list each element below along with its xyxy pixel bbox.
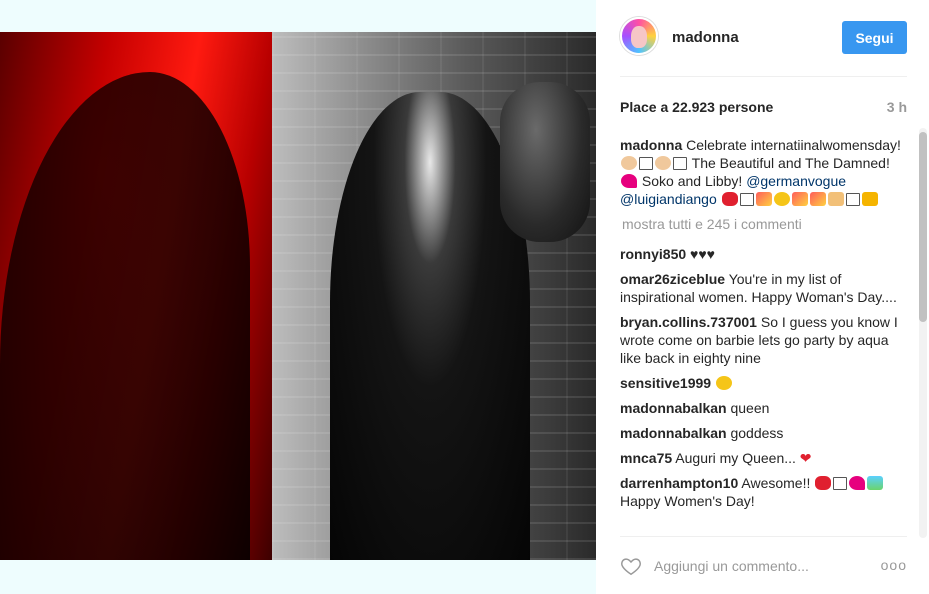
comment-username[interactable]: sensitive1999 (620, 375, 711, 391)
list-item: darrenhampton10 Awesome!! Happy Women's … (620, 474, 910, 510)
red-heart-emoji-icon: ❤ (799, 450, 812, 466)
follow-button[interactable]: Segui (842, 21, 907, 54)
comment-username[interactable]: madonnabalkan (620, 425, 727, 441)
mention-link[interactable]: @germanvogue (746, 173, 846, 189)
comment-username[interactable]: ronnyi850 (620, 246, 686, 262)
unknown-glyph-icon (845, 193, 860, 206)
fist-emoji-icon (655, 156, 671, 170)
list-item: bryan.collins.737001 So I guess you know… (620, 313, 910, 367)
heart-emoji-icon (621, 174, 637, 188)
heart-emoji-icon (849, 476, 866, 490)
dancer-emoji-icon (721, 192, 738, 206)
globe-emoji-icon (867, 476, 884, 490)
comment-username[interactable]: darrenhampton10 (620, 475, 738, 491)
list-item: mnca75 Auguri my Queen... ❤ (620, 449, 910, 467)
comment-text: Happy Women's Day! (620, 493, 755, 509)
photo-boxing-bag (500, 82, 590, 242)
caption-username[interactable]: madonna (620, 137, 682, 153)
header-username[interactable]: madonna (672, 29, 739, 46)
smile-emoji-icon (715, 376, 732, 390)
party-emoji-icon (791, 192, 808, 206)
caption-text-2: The Beautiful and The Damned! (691, 155, 890, 171)
comment-username[interactable]: bryan.collins.737001 (620, 314, 757, 330)
comment-username[interactable]: mnca75 (620, 450, 672, 466)
comment-text: Awesome!! (741, 475, 811, 491)
list-item: ronnyi850 ♥♥♥ (620, 245, 910, 263)
likes-count[interactable]: Place a 22.923 persone (620, 99, 773, 115)
crown-emoji-icon (861, 192, 878, 206)
avatar[interactable] (620, 17, 658, 55)
list-item: madonnabalkan queen (620, 399, 910, 417)
fist-emoji-icon (621, 156, 637, 170)
pray-emoji-icon (827, 192, 844, 206)
dancer-emoji-icon (815, 476, 832, 490)
heart-outline-icon[interactable] (620, 555, 642, 577)
show-all-comments-link[interactable]: mostra tutti e 245 i commenti (622, 215, 910, 233)
caption-text-3: Soko and Libby! (641, 173, 743, 189)
unknown-glyph-icon (639, 157, 653, 170)
comment-text: goddess (730, 425, 784, 441)
list-item: madonnabalkan goddess (620, 424, 910, 442)
post-photo[interactable] (0, 32, 596, 560)
post-header: madonna Segui (620, 17, 907, 77)
unknown-glyph-icon (833, 477, 848, 490)
party-emoji-icon (755, 192, 772, 206)
list-item: sensitive1999 (620, 374, 910, 392)
comments-list: madonna Celebrate internatiinalwomensday… (620, 136, 910, 536)
laugh-emoji-icon (773, 192, 790, 206)
comment-input[interactable] (654, 555, 854, 577)
mention-link[interactable]: @luigiandiango (620, 191, 717, 207)
comments-scrollbar[interactable] (919, 128, 927, 538)
photo-area (0, 0, 596, 594)
comment-text: queen (730, 400, 770, 416)
post-footer: ooo (620, 536, 907, 594)
comment-text: ♥♥♥ (690, 246, 715, 262)
comment-text: Auguri my Queen... (675, 450, 796, 466)
ellipsis-icon[interactable]: ooo (881, 557, 907, 573)
caption-text-1: Celebrate internatiinalwomensday! (686, 137, 901, 153)
comment-username[interactable]: omar26ziceblue (620, 271, 725, 287)
unknown-glyph-icon (673, 157, 687, 170)
unknown-glyph-icon (739, 193, 754, 206)
caption: madonna Celebrate internatiinalwomensday… (620, 136, 910, 208)
post-side-panel: madonna Segui Place a 22.923 persone 3 h… (596, 0, 929, 594)
comment-username[interactable]: madonnabalkan (620, 400, 727, 416)
scrollbar-thumb[interactable] (919, 132, 927, 322)
list-item: omar26ziceblue You're in my list of insp… (620, 270, 910, 306)
party-emoji-icon (809, 192, 826, 206)
post-time[interactable]: 3 h (887, 99, 907, 115)
